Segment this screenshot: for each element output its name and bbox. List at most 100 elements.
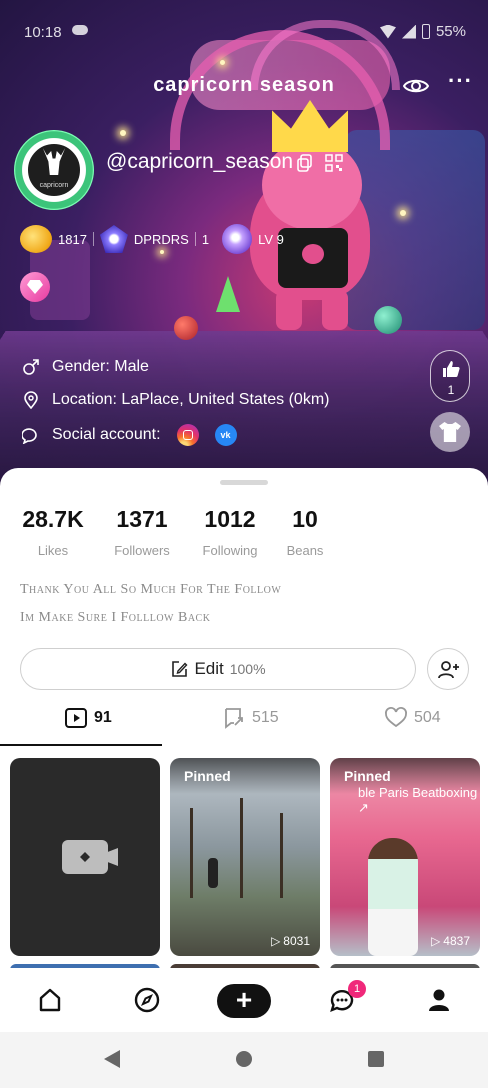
video-thumbnail-tree	[280, 813, 283, 898]
more-options-icon[interactable]: ···	[448, 70, 472, 94]
stat-value: 10	[292, 506, 318, 532]
cover-shade	[0, 330, 488, 490]
coin-badge[interactable]: 1817	[20, 225, 87, 253]
add-friend-button[interactable]	[427, 648, 469, 690]
play-icon: ▷	[271, 934, 281, 948]
edit-percent: 100%	[229, 661, 266, 677]
gender-row: Gender: Male	[22, 358, 149, 376]
group-badge[interactable]: DPRDRS 1	[99, 225, 210, 253]
coin-count: 1817	[58, 231, 87, 247]
nav-home[interactable]	[36, 986, 64, 1014]
bottom-nav: + 1	[0, 968, 488, 1032]
tab-count: 504	[414, 709, 441, 726]
level-orb-icon	[222, 224, 253, 254]
view-count: ▷ 8031	[271, 934, 310, 948]
bio-line: Thank You All So Much For The Follow	[20, 582, 282, 597]
tab-videos[interactable]: 91	[64, 706, 112, 730]
video-tile[interactable]: Pinned ble Paris Beatboxing ↗ ▷ 4837	[330, 758, 480, 956]
view-count-value: 4837	[443, 934, 470, 948]
divider	[92, 232, 94, 246]
battery-percent: 55%	[435, 23, 466, 40]
copy-icon[interactable]	[297, 154, 313, 172]
tab-liked[interactable]: 504	[384, 706, 441, 730]
diamond-icon[interactable]	[20, 272, 50, 302]
stat-label: Beans	[286, 543, 324, 558]
tab-indicator	[0, 744, 162, 746]
stat-followers[interactable]: 1371 Followers	[104, 506, 180, 558]
qr-code-icon[interactable]	[325, 154, 343, 172]
add-user-icon	[438, 661, 459, 679]
gem-icon	[99, 225, 128, 253]
video-caption: ble Paris Beatboxing ↗	[358, 785, 478, 815]
stat-label: Likes	[37, 543, 69, 558]
coin-icon	[20, 225, 52, 253]
video-thumbnail-tree	[240, 798, 243, 898]
nav-profile[interactable]	[425, 986, 453, 1014]
status-indicators: 55%	[379, 23, 466, 40]
cover-sparkle	[400, 210, 406, 216]
thumbs-up-icon	[443, 361, 460, 377]
male-icon	[23, 359, 39, 375]
stat-value: 1371	[116, 506, 168, 532]
back-icon[interactable]	[104, 1050, 120, 1068]
view-count: ▷ 4837	[431, 934, 470, 948]
cover-sparkle	[220, 60, 225, 65]
video-thumbnail-person	[368, 838, 418, 956]
edit-label: Edit	[194, 659, 224, 678]
location-pin-icon	[24, 391, 38, 409]
sheet-grabber[interactable]	[220, 480, 268, 485]
cover-character-heart	[302, 244, 324, 264]
stat-value: 28.7K	[22, 506, 84, 532]
system-nav-bar	[0, 1032, 488, 1088]
stat-value: 1012	[204, 506, 256, 532]
home-circle-icon[interactable]	[236, 1051, 252, 1067]
create-button[interactable]: +	[217, 984, 271, 1018]
instagram-icon[interactable]	[176, 424, 199, 446]
repost-icon	[225, 708, 243, 729]
cover-character-leg	[322, 290, 348, 330]
wifi-icon	[379, 24, 396, 39]
group-level: 1	[201, 231, 210, 247]
edit-profile-button[interactable]: Edit 100%	[20, 648, 416, 690]
view-count-value: 8031	[283, 934, 310, 948]
tab-count: 515	[252, 709, 279, 726]
stat-likes[interactable]: 28.7K Likes	[18, 506, 88, 558]
vk-icon[interactable]: vk	[214, 424, 237, 446]
tab-count: 91	[94, 709, 112, 726]
play-icon: ▷	[431, 934, 441, 948]
video-icon	[65, 708, 87, 728]
status-bar: 10:18 55%	[0, 0, 488, 60]
location-text: Location: LaPlace, United States (0km)	[52, 391, 330, 408]
stat-beans[interactable]: 10 Beans	[280, 506, 330, 558]
profile-like-button[interactable]: 1	[430, 350, 470, 402]
battery-icon	[421, 24, 430, 39]
level-badge[interactable]: LV 9	[222, 224, 284, 254]
signal-icon	[401, 24, 416, 39]
video-thumbnail-person	[208, 858, 218, 888]
edit-icon	[172, 661, 188, 677]
nav-explore[interactable]	[133, 986, 161, 1014]
video-camera-icon	[62, 840, 108, 874]
video-tile[interactable]: Pinned ▷ 8031	[170, 758, 320, 956]
status-time: 10:18	[24, 24, 62, 41]
group-name: DPRDRS	[133, 231, 189, 247]
chat-bubble-icon	[22, 428, 37, 444]
shirt-icon	[439, 422, 461, 442]
gender-text: Gender: Male	[52, 358, 149, 375]
cover-party-hat	[216, 276, 240, 312]
video-upload-tile[interactable]	[10, 758, 160, 956]
compass-icon	[134, 987, 160, 1013]
recents-icon[interactable]	[368, 1051, 384, 1067]
location-row: Location: LaPlace, United States (0km)	[22, 391, 329, 409]
heart-icon	[385, 707, 407, 728]
tab-reposts[interactable]: 515	[222, 706, 279, 730]
social-row: Social account: vk	[22, 424, 237, 446]
home-icon	[39, 988, 61, 1012]
badges-row: 1817 DPRDRS 1 LV 9	[20, 224, 284, 254]
cloud-icon	[72, 25, 88, 35]
profile-icon	[429, 989, 449, 1011]
outfit-button[interactable]	[430, 412, 470, 452]
stat-following[interactable]: 1012 Following	[192, 506, 268, 558]
avatar[interactable]: capricorn	[14, 130, 94, 210]
eye-icon[interactable]	[403, 76, 429, 96]
